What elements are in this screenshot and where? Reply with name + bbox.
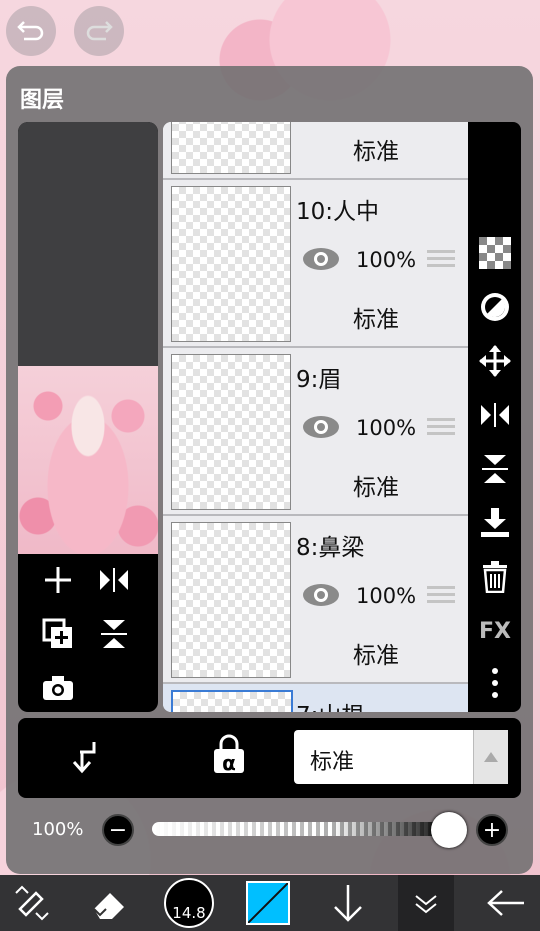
flip-layer-horizontal-button[interactable] xyxy=(476,396,514,434)
preview-tools xyxy=(18,554,158,712)
layer-blend-mode: 标准 xyxy=(353,643,399,669)
blend-mode-value: 标准 xyxy=(310,750,355,775)
flip-vertical-icon xyxy=(482,455,508,483)
flip-vertical-icon xyxy=(101,620,127,648)
layer-thumbnail[interactable] xyxy=(171,122,291,174)
canvas-preview xyxy=(18,122,158,712)
blend-mode-bar: α 标准 xyxy=(18,718,521,798)
color-button[interactable] xyxy=(244,875,292,931)
arrow-left-icon xyxy=(487,890,524,916)
layer-name: 8:鼻梁 xyxy=(296,535,365,561)
pen-transform-icon xyxy=(15,885,49,921)
fx-button[interactable]: FX xyxy=(476,612,514,650)
clipping-button[interactable] xyxy=(476,288,514,326)
layer-thumbnail[interactable] xyxy=(171,186,291,342)
flip-canvas-vertical-button[interactable] xyxy=(94,614,134,654)
preview-background xyxy=(18,122,158,366)
layer-list[interactable]: 标准 10:人中 100% 标准 9:眉 100% 标准 8:鼻梁 100% 标… xyxy=(163,122,468,712)
transparency-button[interactable] xyxy=(476,234,514,272)
preview-thumbnail[interactable] xyxy=(18,366,158,554)
undo-button[interactable] xyxy=(6,6,56,56)
flip-horizontal-icon xyxy=(100,568,128,592)
plus-icon xyxy=(45,567,71,593)
collapse-menu-button[interactable] xyxy=(398,875,454,931)
opacity-value: 100% xyxy=(32,819,84,840)
layer-item[interactable]: 标准 xyxy=(163,122,468,180)
opacity-slider-knob[interactable] xyxy=(431,812,467,848)
layer-blend-mode: 标准 xyxy=(353,475,399,501)
layer-tools-bar: FX xyxy=(468,122,521,712)
minus-icon: − xyxy=(108,817,128,843)
trash-icon xyxy=(483,561,507,593)
opacity-slider[interactable] xyxy=(152,822,452,836)
delete-layer-button[interactable] xyxy=(476,558,514,596)
drag-handle-icon[interactable] xyxy=(427,250,455,270)
tool-switch-button[interactable] xyxy=(8,875,56,931)
bottom-toolbar: 14.8 xyxy=(0,875,540,931)
checkerboard-icon xyxy=(479,237,511,269)
layer-name: 9:眉 xyxy=(296,367,342,393)
drag-handle-icon[interactable] xyxy=(427,586,455,606)
camera-icon xyxy=(43,676,73,700)
alpha-lock-label: α xyxy=(222,751,236,775)
clip-arrow-icon xyxy=(72,742,96,774)
panel-title: 图层 xyxy=(20,88,65,113)
merge-down-button[interactable] xyxy=(476,504,514,542)
color-swatch xyxy=(246,881,290,925)
opacity-increase-button[interactable]: + xyxy=(476,814,508,846)
alpha-lock-button[interactable]: α xyxy=(212,734,246,778)
layer-item[interactable]: 9:眉 100% 标准 xyxy=(163,348,468,516)
layer-blend-mode: 标准 xyxy=(353,307,399,333)
layer-thumbnail[interactable] xyxy=(171,354,291,510)
move-icon xyxy=(479,345,511,377)
brush-size-value: 14.8 xyxy=(172,904,206,922)
move-layer-button[interactable] xyxy=(476,342,514,380)
layer-panel: 图层 标准 10:人中 100% 标准 9:眉 100% 标准 8:鼻梁 100… xyxy=(6,66,533,874)
opacity-control: 100% − + xyxy=(18,800,521,860)
double-chevron-down-icon xyxy=(415,895,437,914)
dropdown-arrow-icon[interactable] xyxy=(473,730,508,784)
layer-name: 7:山根 xyxy=(296,696,364,712)
layer-thumbnail[interactable] xyxy=(171,690,293,712)
import-photo-button[interactable] xyxy=(38,668,78,708)
add-layer-button[interactable] xyxy=(38,560,78,600)
duplicate-layer-button[interactable] xyxy=(38,614,78,654)
layer-item[interactable]: 8:鼻梁 100% 标准 xyxy=(163,516,468,684)
layer-name: 10:人中 xyxy=(296,199,380,225)
layer-item[interactable]: 10:人中 100% 标准 xyxy=(163,180,468,348)
flip-layer-vertical-button[interactable] xyxy=(476,450,514,488)
contrast-icon xyxy=(481,293,509,321)
flip-horizontal-icon xyxy=(481,403,509,427)
more-icon xyxy=(492,668,498,698)
eraser-icon xyxy=(93,893,124,919)
plus-icon: + xyxy=(482,817,502,843)
redo-icon xyxy=(86,21,113,41)
drag-handle-icon[interactable] xyxy=(427,418,455,438)
back-button[interactable] xyxy=(478,875,534,931)
brush-size-button[interactable]: 14.8 xyxy=(162,875,216,931)
eye-icon[interactable] xyxy=(301,246,341,272)
more-options-button[interactable] xyxy=(476,664,514,702)
layer-opacity: 100% xyxy=(356,416,417,440)
eye-icon[interactable] xyxy=(301,582,341,608)
layer-opacity: 100% xyxy=(356,584,417,608)
eraser-button[interactable] xyxy=(86,875,134,931)
layer-down-button[interactable] xyxy=(324,875,372,931)
eye-icon[interactable] xyxy=(301,414,341,440)
merge-down-icon xyxy=(481,508,509,537)
arrow-down-icon xyxy=(334,885,362,922)
layer-item-selected[interactable]: 7:山根 xyxy=(163,684,468,712)
clip-to-below-button[interactable] xyxy=(70,740,100,778)
blend-mode-select[interactable]: 标准 xyxy=(294,730,508,784)
brush-size-indicator: 14.8 xyxy=(164,878,214,928)
layer-blend-mode: 标准 xyxy=(353,139,399,165)
undo-icon xyxy=(17,21,44,41)
flip-canvas-horizontal-button[interactable] xyxy=(94,560,134,600)
layer-thumbnail[interactable] xyxy=(171,522,291,678)
copy-layer-icon xyxy=(42,618,72,648)
redo-button[interactable] xyxy=(74,6,124,56)
opacity-decrease-button[interactable]: − xyxy=(102,814,134,846)
layer-opacity: 100% xyxy=(356,248,417,272)
